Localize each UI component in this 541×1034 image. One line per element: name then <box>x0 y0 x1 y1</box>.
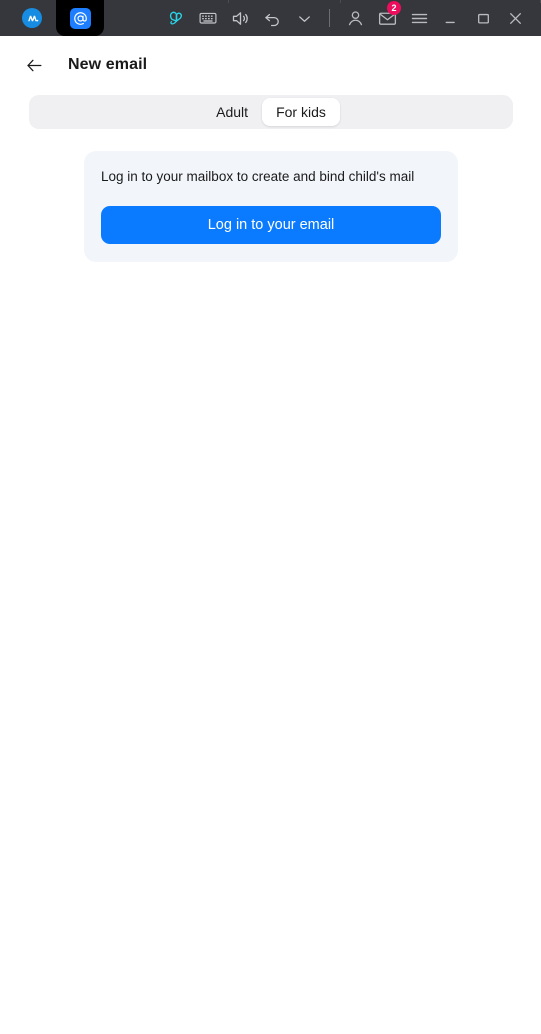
volume-icon[interactable] <box>224 0 256 36</box>
menu-icon[interactable] <box>403 0 435 36</box>
segmented-control-wrap: Adult For kids <box>29 95 513 129</box>
maximize-icon[interactable] <box>467 0 499 36</box>
audience-segmented-control: Adult For kids <box>29 95 513 129</box>
minimize-icon[interactable] <box>435 0 467 36</box>
page-content: New email Adult For kids Log in to your … <box>0 36 541 1034</box>
app-tab-mailru[interactable] <box>8 0 56 36</box>
undo-icon[interactable] <box>256 0 288 36</box>
chevron-down-icon[interactable] <box>288 0 320 36</box>
app-tab-email[interactable] <box>56 0 104 36</box>
at-sign-icon <box>69 7 91 29</box>
app-tabstrip <box>0 0 104 36</box>
page-header: New email <box>0 36 541 76</box>
butterfly-icon[interactable] <box>160 0 192 36</box>
mail-unread-badge: 2 <box>387 1 401 15</box>
login-prompt-message: Log in to your mailbox to create and bin… <box>101 169 415 184</box>
login-prompt-card: Log in to your mailbox to create and bin… <box>84 151 458 262</box>
account-icon[interactable] <box>339 0 371 36</box>
window-titlebar: 2 <box>0 0 541 36</box>
login-to-email-button[interactable]: Log in to your email <box>101 206 441 244</box>
close-icon[interactable] <box>499 0 531 36</box>
titlebar-tools: 2 <box>160 0 541 36</box>
page-title: New email <box>68 56 148 73</box>
toolbar-divider <box>329 9 330 27</box>
mail-icon[interactable]: 2 <box>371 0 403 36</box>
segment-adult[interactable]: Adult <box>202 98 262 127</box>
back-arrow-icon[interactable] <box>22 53 46 77</box>
keyboard-icon[interactable] <box>192 0 224 36</box>
segment-for-kids[interactable]: For kids <box>262 97 340 127</box>
mailru-logo-icon <box>22 8 42 28</box>
